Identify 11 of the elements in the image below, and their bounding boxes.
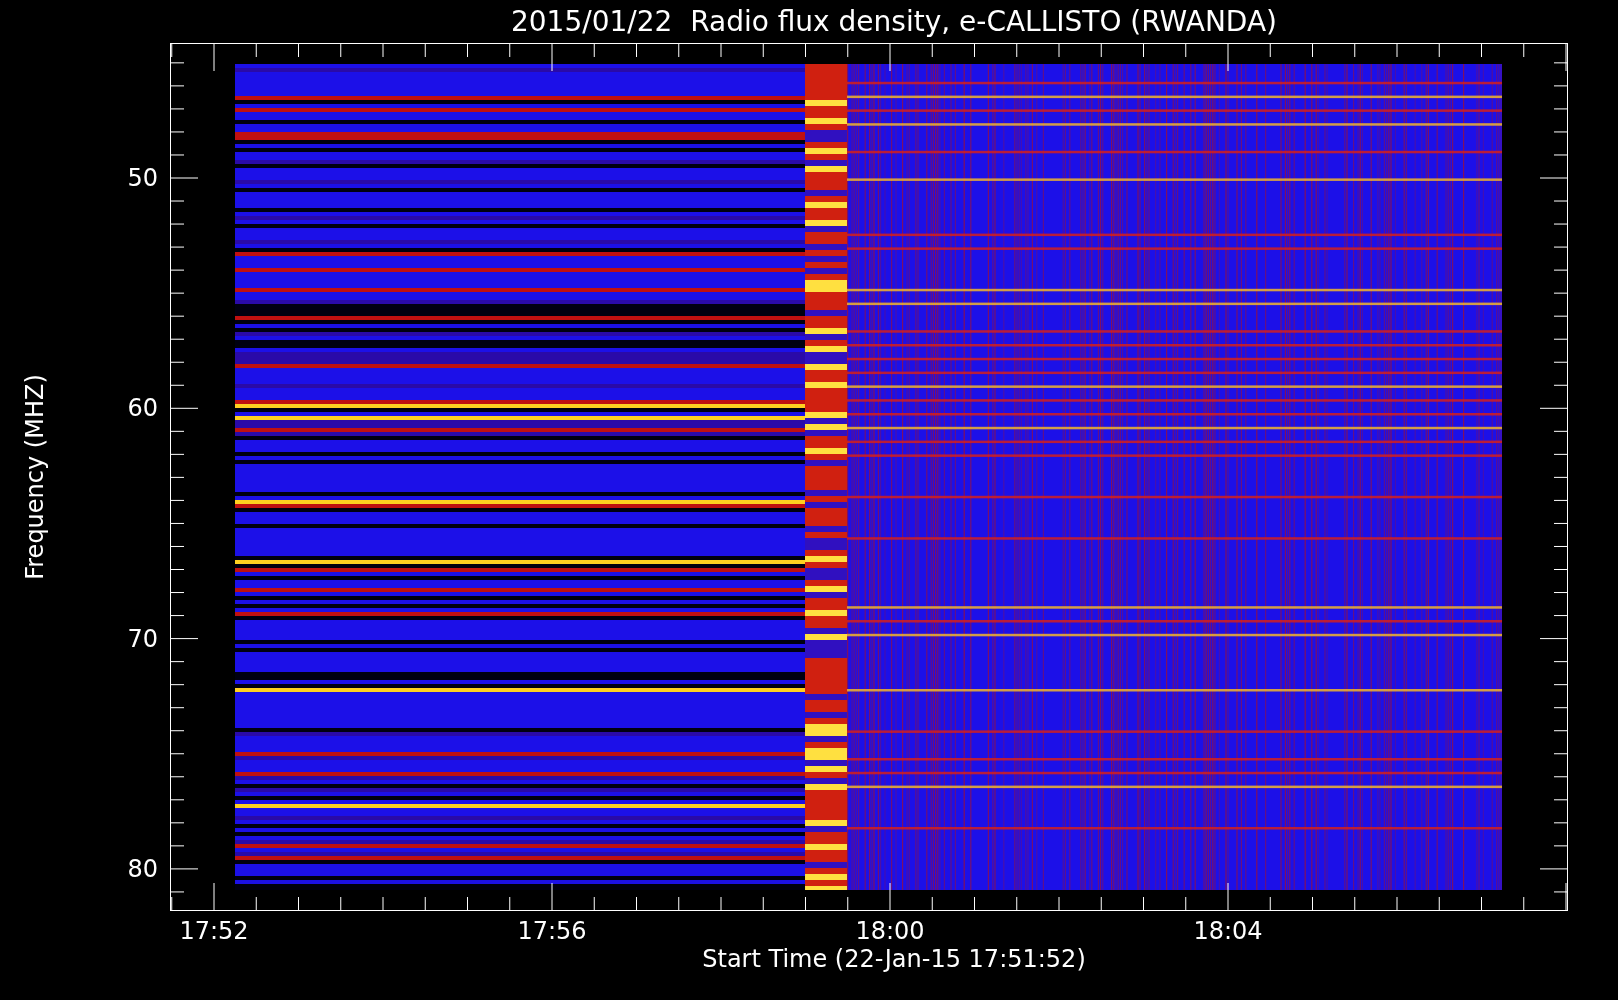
y-tick-label: 70 — [127, 626, 158, 651]
y-tick-label: 60 — [127, 396, 158, 421]
x-tick-label: 17:56 — [517, 919, 587, 943]
x-tick-label: 17:52 — [179, 919, 249, 943]
x-tick-label: 18:00 — [855, 919, 925, 943]
chart-title: 2015/01/22 Radio flux density, e-CALLISTO (RWANDA) — [510, 7, 1277, 36]
y-tick-label: 80 — [127, 856, 158, 881]
x-axis-label: Start Time (22-Jan-15 17:51:52) — [702, 947, 1086, 971]
x-tick-label: 18:04 — [1193, 919, 1263, 943]
y-axis-label: Frequency (MHZ) — [20, 374, 50, 580]
y-tick-label: 50 — [127, 166, 158, 190]
